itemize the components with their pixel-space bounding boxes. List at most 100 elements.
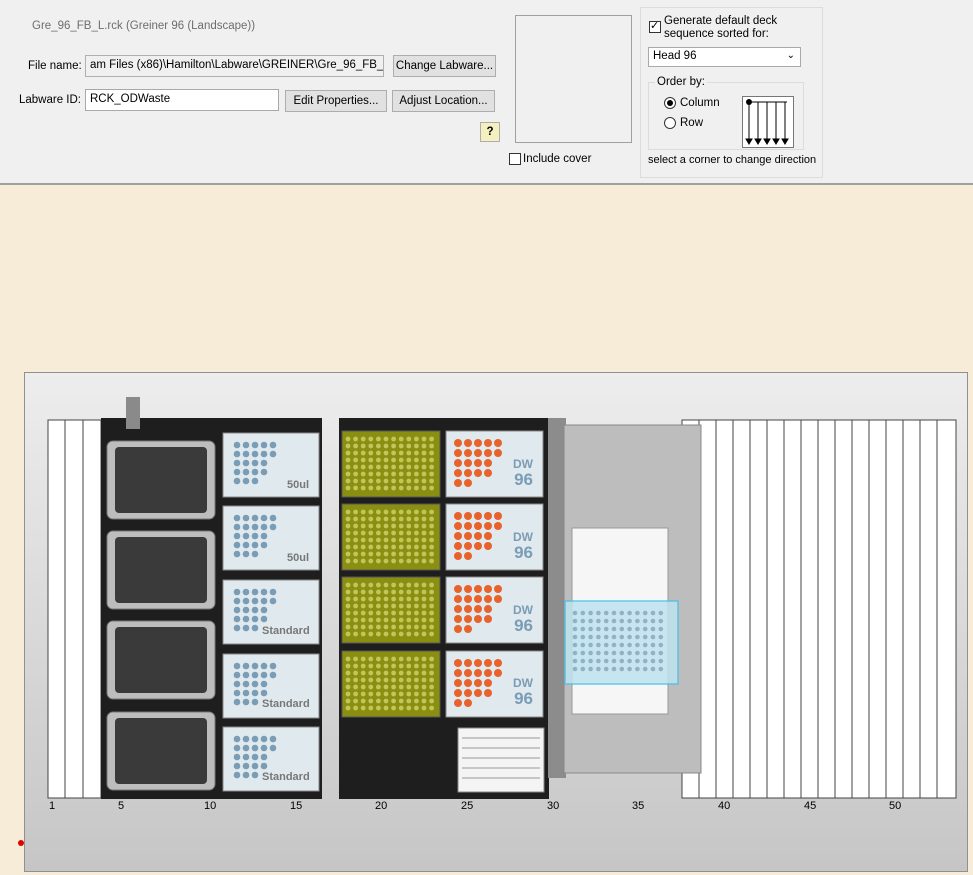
- deepwell: [464, 542, 472, 550]
- plate-well: [345, 537, 351, 543]
- plate-well: [406, 443, 412, 449]
- plate-well: [383, 551, 389, 557]
- reader-plate-well: [596, 650, 601, 656]
- deepwell: [464, 469, 472, 477]
- deepwell: [454, 699, 462, 707]
- track-number: 45: [804, 800, 817, 812]
- head-select[interactable]: Head 96 ⌄: [648, 47, 801, 67]
- reader-plate-well: [603, 658, 609, 664]
- tip-well: [260, 671, 268, 679]
- plate-well: [421, 691, 427, 697]
- plate-well: [391, 656, 396, 662]
- reader-plate-well: [619, 610, 625, 616]
- dw-label-2: DW 96: [513, 530, 533, 562]
- tip-well: [242, 541, 250, 549]
- reader-plate-well: [572, 610, 578, 616]
- plate-well: [360, 677, 366, 683]
- plate-well: [414, 589, 419, 595]
- tip-well: [242, 597, 250, 605]
- tip-well: [233, 735, 241, 743]
- order-direction-diagram[interactable]: [742, 96, 794, 148]
- deepwell: [464, 522, 472, 530]
- plate-well: [345, 464, 351, 470]
- plate-well: [398, 509, 404, 515]
- reader-plate-well: [603, 634, 609, 640]
- plate-well: [376, 624, 381, 630]
- generate-sequence-checkbox[interactable]: [649, 19, 661, 33]
- tip-well: [233, 606, 241, 614]
- plate-well: [398, 589, 404, 595]
- plate-well: [360, 551, 366, 557]
- reader-plate-well: [635, 650, 640, 656]
- plate-well: [353, 457, 358, 463]
- plate-well: [398, 670, 404, 676]
- tip-well: [260, 514, 268, 522]
- plate-well: [353, 705, 358, 711]
- adjust-location-button[interactable]: Adjust Location...: [392, 90, 495, 112]
- plate-well: [353, 663, 358, 669]
- tip-well: [260, 468, 268, 476]
- plate-well: [383, 537, 389, 543]
- include-cover-checkbox[interactable]: [509, 153, 521, 165]
- reader-plate-well: [650, 618, 656, 624]
- plate-well: [429, 624, 434, 630]
- plate-well: [429, 582, 434, 588]
- file-name-label: File name:: [28, 60, 82, 72]
- file-name-field[interactable]: am Files (x86)\Hamilton\Labware\GREINER\…: [85, 55, 384, 77]
- tip-well: [260, 753, 268, 761]
- plate-well: [368, 443, 374, 449]
- plate-well: [398, 624, 404, 630]
- plate-well: [353, 677, 358, 683]
- plate-well: [414, 457, 419, 463]
- tip-well: [233, 744, 241, 752]
- plate-well: [391, 558, 396, 564]
- plate-well: [360, 450, 366, 456]
- plate-well: [398, 516, 404, 522]
- edit-properties-button[interactable]: Edit Properties...: [285, 90, 387, 112]
- deepwell: [494, 512, 502, 520]
- plate-well: [429, 450, 434, 456]
- plate-well: [376, 509, 381, 515]
- plate-well: [360, 589, 366, 595]
- plate-well: [398, 596, 404, 602]
- tip-well: [251, 597, 259, 605]
- plate-well: [360, 698, 366, 704]
- plate-well: [414, 509, 419, 515]
- reader-plate-well: [580, 618, 586, 624]
- plate-well: [345, 684, 351, 690]
- labware-id-field[interactable]: RCK_ODWaste: [85, 89, 279, 111]
- plate-well: [383, 457, 389, 463]
- plate-well: [421, 663, 427, 669]
- tip-well: [269, 514, 277, 522]
- tip-well: [242, 689, 250, 697]
- plate-well: [360, 523, 366, 529]
- deepwell: [454, 449, 462, 457]
- plate-well: [353, 596, 358, 602]
- plate-well: [383, 698, 389, 704]
- tip-well: [251, 735, 259, 743]
- plate-well: [414, 523, 419, 529]
- plate-well: [376, 544, 381, 550]
- deepwell: [474, 459, 482, 467]
- tip-well: [242, 753, 250, 761]
- plate-well: [391, 436, 396, 442]
- plate-well: [353, 610, 358, 616]
- deepwell: [484, 512, 492, 520]
- plate-well: [383, 610, 389, 616]
- row-radio[interactable]: [664, 117, 676, 129]
- tip-well: [242, 477, 250, 485]
- column-radio[interactable]: [664, 97, 676, 109]
- plate-well: [368, 530, 374, 536]
- reader-plate-well: [635, 666, 640, 672]
- change-labware-button[interactable]: Change Labware...: [393, 55, 496, 77]
- reader-plate-well: [627, 634, 632, 640]
- deepwell: [474, 615, 482, 623]
- plate-well: [368, 596, 374, 602]
- plate-well: [406, 624, 412, 630]
- tip-well: [233, 753, 241, 761]
- deepwell: [454, 605, 462, 613]
- plate-well: [345, 450, 351, 456]
- help-button[interactable]: ?: [480, 122, 500, 142]
- reader-plate-well: [603, 610, 609, 616]
- plate-well: [414, 582, 419, 588]
